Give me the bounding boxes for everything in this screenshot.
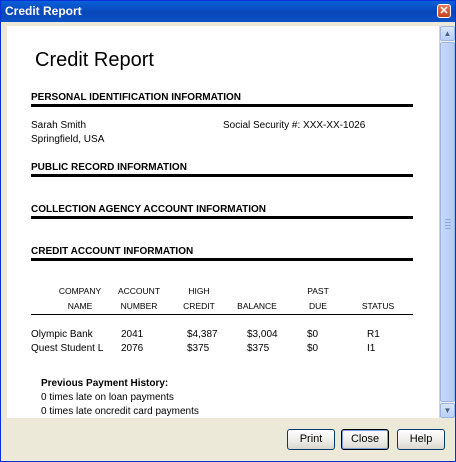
- section-credit-account-heading: CREDIT ACCOUNT INFORMATION: [31, 246, 194, 257]
- column-header-high-credit: HIGH CREDIT: [183, 286, 215, 311]
- section-divider: [31, 258, 413, 261]
- column-header-company: COMPANY NAME: [58, 286, 102, 311]
- payment-history-heading: Previous Payment History:: [41, 378, 169, 389]
- grip-line: [445, 222, 451, 223]
- table-header-divider: [31, 314, 413, 315]
- cell-account: 2041: [121, 329, 144, 340]
- column-header-past-due: PAST DUE: [307, 286, 329, 311]
- payment-history-line: 0 times late oncredit card payments: [41, 406, 199, 417]
- help-button[interactable]: Help: [397, 429, 445, 450]
- close-button[interactable]: Close: [341, 429, 389, 450]
- column-header-status: STATUS: [361, 301, 395, 311]
- close-icon[interactable]: ✕: [437, 4, 451, 18]
- cell-balance: $375: [247, 343, 270, 354]
- vertical-scrollbar[interactable]: ▲ ▼: [439, 26, 455, 418]
- section-divider: [31, 174, 413, 177]
- cell-status: R1: [367, 329, 380, 340]
- person-location: Springfield, USA: [31, 134, 105, 145]
- cell-balance: $3,004: [247, 329, 278, 340]
- section-divider: [31, 104, 413, 107]
- title-bar[interactable]: Credit Report ✕: [1, 1, 455, 22]
- cell-status: I1: [367, 343, 376, 354]
- section-personal-heading: PERSONAL IDENTIFICATION INFORMATION: [31, 92, 241, 103]
- ssn-text: Social Security #: XXX-XX-1026: [223, 120, 366, 131]
- cell-company: Quest Student L: [31, 343, 104, 354]
- print-button[interactable]: Print: [287, 429, 335, 450]
- person-name: Sarah Smith: [31, 120, 87, 131]
- window-title: Credit Report: [5, 4, 82, 18]
- grip-line: [445, 228, 451, 229]
- grip-line: [445, 225, 451, 226]
- section-public-record-heading: PUBLIC RECORD INFORMATION: [31, 162, 187, 173]
- payment-history-line: 0 times late on loan payments: [41, 392, 174, 403]
- grip-line: [445, 219, 451, 220]
- cell-past-due: $0: [307, 329, 319, 340]
- chevron-down-icon[interactable]: ▼: [440, 403, 455, 418]
- chevron-up-icon[interactable]: ▲: [440, 26, 455, 41]
- section-divider: [31, 216, 413, 219]
- cell-past-due: $0: [307, 343, 319, 354]
- page-title: Credit Report: [35, 49, 154, 71]
- column-header-account: ACCOUNT NUMBER: [117, 286, 161, 311]
- section-collection-heading: COLLECTION AGENCY ACCOUNT INFORMATION: [31, 204, 266, 215]
- scrollbar-thumb[interactable]: [440, 42, 455, 402]
- credit-report-window: Credit Report ✕ Credit Report PERSONAL I…: [0, 0, 456, 462]
- cell-company: Olympic Bank: [31, 329, 93, 340]
- report-document: Credit Report PERSONAL IDENTIFICATION IN…: [7, 26, 439, 418]
- cell-high-credit: $4,387: [187, 329, 218, 340]
- column-header-balance: BALANCE: [237, 301, 277, 311]
- cell-high-credit: $375: [187, 343, 210, 354]
- cell-account: 2076: [121, 343, 144, 354]
